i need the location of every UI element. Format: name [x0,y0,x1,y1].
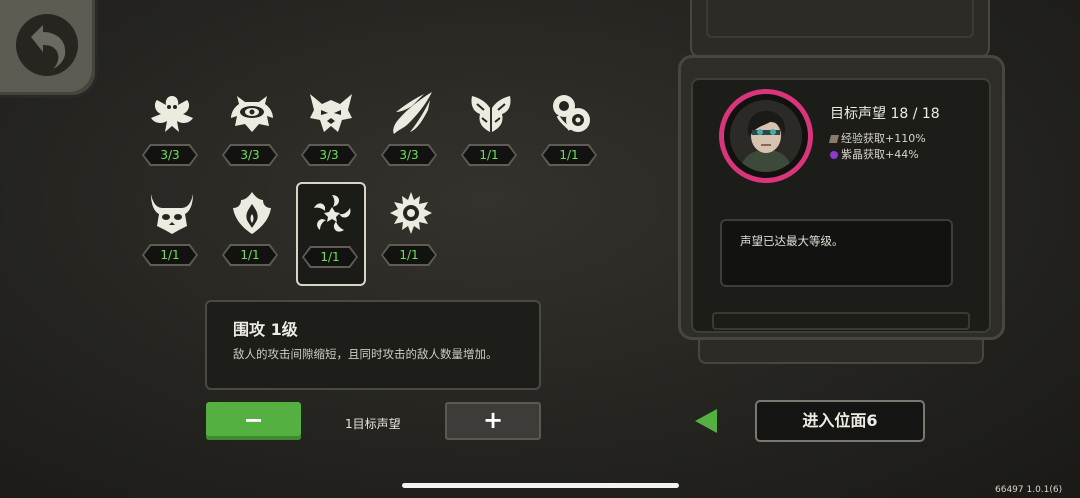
skill-8[interactable]: 1/1 [216,184,286,286]
skill-count: 3/3 [224,146,276,164]
panel-bottom-frame [698,338,984,364]
skill-detail-panel: 围攻 1级 敌人的攻击间隙缩短，且同时攻击的敌人数量增加。 [205,300,541,390]
skill-count: 3/3 [383,146,435,164]
skill-6[interactable]: 1/1 [535,84,605,186]
back-button[interactable] [0,0,98,98]
version-label: 66497 1.0.1(6) [995,485,1063,495]
skill-2[interactable]: 3/3 [216,84,286,186]
skill-7[interactable]: 1/1 [136,184,206,286]
skill-count: 1/1 [463,146,515,164]
avatar [719,89,813,183]
skill-detail-title: 围攻 1级 [233,320,298,339]
crystal-bonus-text: 紫晶获取+44% [841,148,919,161]
beast-crest-icon [151,96,193,132]
skill-count: 1/1 [304,248,356,266]
horned-skull-icon [151,194,193,234]
crystal-icon [830,151,838,159]
skill-9[interactable]: 1/1 [296,182,366,286]
spiked-orb-icon [390,192,432,234]
claw-slash-icon [393,92,432,134]
skill-count: 1/1 [144,246,196,264]
arrow-left-icon[interactable] [693,407,719,435]
enter-plane-button[interactable]: 进入位面6 [755,400,925,442]
swirl-orbs-icon [553,95,590,132]
skill-1[interactable]: 3/3 [136,84,206,186]
twin-horns-icon [471,96,511,132]
plus-button[interactable]: + [445,402,541,440]
skill-3[interactable]: 3/3 [295,84,365,186]
eye-mask-icon [231,96,273,132]
skill-5[interactable]: 1/1 [455,84,525,186]
skill-detail-description: 敌人的攻击间隙缩短，且同时攻击的敌人数量增加。 [233,347,498,361]
skill-count: 3/3 [303,146,355,164]
target-reputation-label: 1目标声望 [345,417,401,431]
siege-star-icon [314,195,351,232]
skill-4[interactable]: 3/3 [375,84,445,186]
home-indicator[interactable] [402,483,679,488]
back-arrow-icon [31,25,66,69]
demon-mask-icon [310,94,352,132]
skill-count: 3/3 [144,146,196,164]
flame-crest-icon [233,192,271,234]
reputation-message-box [720,219,953,287]
panel-rail [712,312,970,330]
crystal-bonus: 紫晶获取+44% [830,146,919,162]
reputation-title: 目标声望 18 / 18 [830,106,940,122]
exp-bonus-text: 经验获取+110% [841,132,926,145]
skill-count: 1/1 [224,246,276,264]
book-icon [828,135,840,143]
skill-count: 1/1 [543,146,595,164]
character-portrait-icon [730,100,802,172]
minus-button[interactable]: − [206,402,301,440]
panel-top-frame [690,0,990,58]
reputation-message: 声望已达最大等级。 [740,234,844,248]
exp-bonus: 经验获取+110% [828,130,926,146]
skill-10[interactable]: 1/1 [375,184,445,286]
skill-count: 1/1 [383,246,435,264]
